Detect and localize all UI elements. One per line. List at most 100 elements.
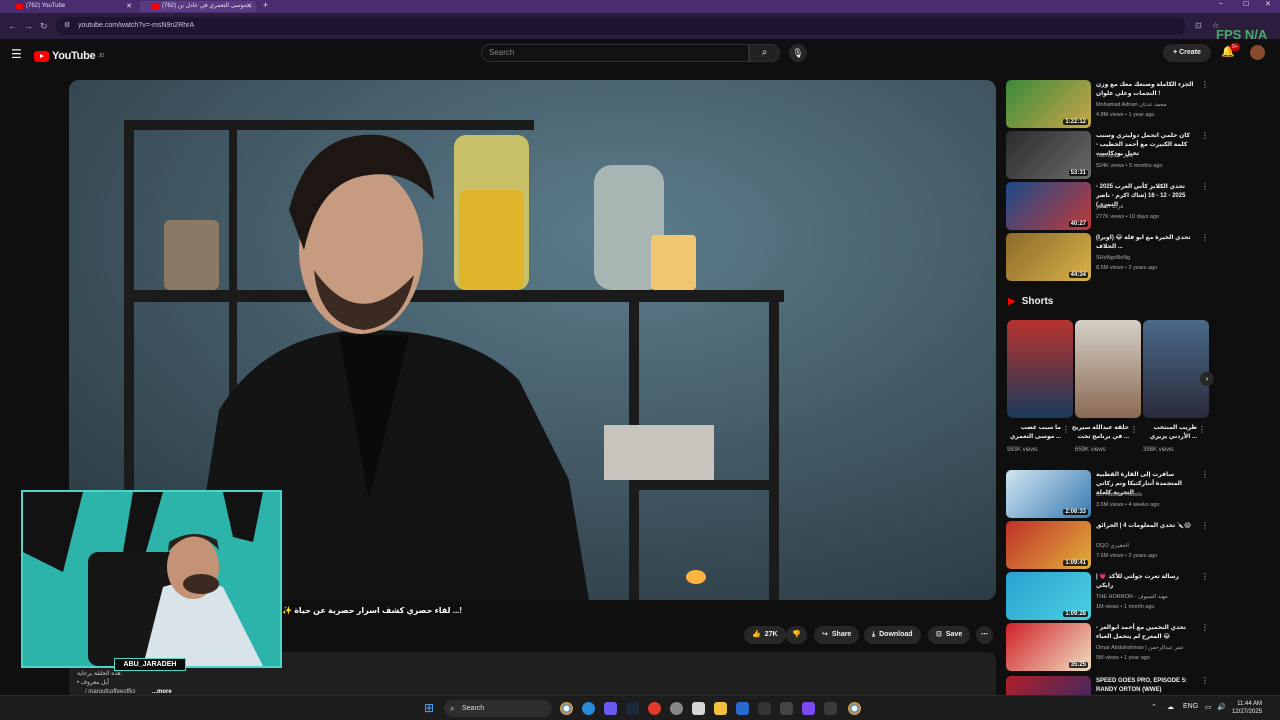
tab-current-video[interactable]: (762) موسى التعمري في عادل بن... ✕ — [140, 1, 256, 12]
taskbar-search[interactable]: ⌕ Search — [444, 700, 552, 717]
more-vertical-icon[interactable]: ⋮ — [1201, 131, 1209, 140]
video-thumbnail[interactable]: 1:09:41 — [1006, 521, 1091, 569]
volume-icon[interactable]: 🔊 — [1217, 703, 1226, 711]
more-vertical-icon[interactable]: ⋮ — [1198, 425, 1206, 434]
voice-search-button[interactable]: 🎙 — [789, 44, 807, 62]
discord-icon[interactable] — [604, 702, 617, 715]
app-icon[interactable] — [780, 702, 793, 715]
chrome-icon[interactable] — [560, 702, 573, 715]
video-thumbnail[interactable]: 35:25 — [1006, 623, 1091, 671]
recommended-video[interactable]: SPEED GOES PRO, EPISODE 5: RANDY ORTON (… — [1006, 676, 1216, 695]
video-thumbnail[interactable] — [1006, 676, 1091, 695]
more-vertical-icon[interactable]: ⋮ — [1130, 425, 1138, 434]
channel-name[interactable]: Takhayal - تخيل — [1096, 153, 1134, 159]
recommended-video[interactable]: 1:22:12 الجزء الكاملة وصنعك معك مع وزن ا… — [1006, 80, 1216, 128]
recommended-video[interactable]: 1:09:28 رسالة تعرت جولتي للأكد 💗 | رايكي… — [1006, 572, 1216, 620]
language-indicator[interactable]: ENG — [1183, 703, 1198, 710]
video-title[interactable]: تحدي التخمين مع أحمد ابوالعز - المعرح لم… — [1096, 624, 1196, 642]
video-thumbnail[interactable]: 44:34 — [1006, 233, 1091, 281]
video-title[interactable]: تحدي المعلومات 4 | الحرائق 🔪😱 — [1096, 522, 1196, 531]
search-input[interactable]: Search — [481, 44, 749, 62]
short-title[interactable]: طريب المنتخب الأردني يزيري ... — [1139, 424, 1197, 442]
address-bar[interactable]: ⚙ youtube.com/watch?v=-msN9n2RhrA — [56, 17, 1186, 35]
reload-icon[interactable]: ↻ — [40, 21, 48, 32]
channel-name[interactable]: OQO الحقيري — [1096, 543, 1129, 549]
more-vertical-icon[interactable]: ⋮ — [1201, 233, 1209, 242]
recommended-video[interactable]: 53:31 كان حلمي اتحمل دوليتري وسبب كلمة ا… — [1006, 131, 1216, 179]
youtube-logo[interactable]: YouTube JO — [34, 48, 104, 64]
dislike-button[interactable]: 👎 — [786, 626, 807, 644]
video-title[interactable]: رسالة تعرت جولتي للأكد 💗 | رايكي — [1096, 573, 1196, 591]
video-thumbnail[interactable]: 1:22:12 — [1006, 80, 1091, 128]
video-title[interactable]: SPEED GOES PRO, EPISODE 5: RANDY ORTON (… — [1096, 677, 1196, 695]
minimize-icon[interactable]: – — [1219, 0, 1223, 7]
recommended-video[interactable]: 1:09:41 تحدي المعلومات 4 | الحرائق 🔪😱 OQ… — [1006, 521, 1216, 569]
app-icon[interactable] — [670, 702, 683, 715]
channel-name[interactable]: Omar Abdulrahman | عمر عبدالرحمن — [1096, 645, 1184, 651]
app-icon[interactable] — [802, 702, 815, 715]
channel-name[interactable]: SHoNgxBoNg — [1096, 255, 1130, 261]
recommended-video[interactable]: 40:27 تحدي الكلابز كأس العرب 2025 - 2025… — [1006, 182, 1216, 230]
app-icon[interactable] — [692, 702, 705, 715]
tray-chevron-icon[interactable]: ⌃ — [1151, 703, 1157, 711]
windows-start-icon[interactable]: ⊞ — [424, 701, 434, 715]
close-tab-icon[interactable]: ✕ — [126, 1, 132, 12]
tray-app-icon[interactable]: ☁ — [1167, 703, 1174, 711]
short-thumbnail[interactable] — [1007, 320, 1073, 418]
more-vertical-icon[interactable]: ⋮ — [1201, 470, 1209, 479]
video-thumbnail[interactable]: 40:27 — [1006, 182, 1091, 230]
install-app-icon[interactable]: ⊡ — [1195, 21, 1202, 30]
app-icon[interactable] — [736, 702, 749, 715]
back-icon[interactable]: ← — [8, 21, 17, 31]
recommended-video[interactable]: 35:25 تحدي التخمين مع أحمد ابوالعز - الم… — [1006, 623, 1216, 671]
download-button[interactable]: ⤓ Download — [864, 626, 921, 644]
app-icon[interactable] — [824, 702, 837, 715]
taskbar-clock[interactable]: 11:44 AM 12/27/2025 — [1232, 700, 1262, 716]
recommended-video[interactable]: 44:34 تحدي الخيرة مع ابو فلة 😂 (اوبرا) ا… — [1006, 233, 1216, 281]
video-thumbnail[interactable]: 53:31 — [1006, 131, 1091, 179]
short-thumbnail[interactable] — [1143, 320, 1209, 418]
more-vertical-icon[interactable]: ⋮ — [1201, 572, 1209, 581]
video-title[interactable]: الجزء الكاملة وصنعك معك مع وزن النجمات و… — [1096, 81, 1196, 99]
more-vertical-icon[interactable]: ⋮ — [1201, 80, 1209, 89]
more-vertical-icon[interactable]: ⋮ — [1201, 521, 1209, 530]
search-button[interactable]: ⌕ — [749, 44, 780, 62]
save-button[interactable]: ⊟ Save — [928, 626, 971, 644]
more-actions-button[interactable]: ⋯ — [976, 626, 993, 644]
more-vertical-icon[interactable]: ⋮ — [1201, 676, 1209, 685]
short-thumbnail[interactable] — [1075, 320, 1141, 418]
tab-youtube[interactable]: (762) YouTube ✕ — [4, 1, 136, 12]
maximize-icon[interactable]: ☐ — [1243, 0, 1249, 8]
short-title[interactable]: حلقة عبدالله سيريح في برنامج تحت ... — [1071, 424, 1129, 442]
channel-name[interactable]: فراند الكلابز — [1096, 204, 1123, 210]
site-info-icon[interactable]: ⚙ — [64, 17, 70, 35]
shorts-next-arrow-icon[interactable]: › — [1200, 372, 1214, 386]
edge-icon[interactable] — [582, 702, 595, 715]
steam-icon[interactable] — [626, 702, 639, 715]
opera-icon[interactable] — [648, 702, 661, 715]
more-vertical-icon[interactable]: ⋮ — [1201, 623, 1209, 632]
like-button[interactable]: 👍 27K — [744, 626, 786, 644]
create-button[interactable]: + Create — [1163, 44, 1211, 62]
chrome-active-icon[interactable] — [848, 702, 861, 715]
channel-name[interactable]: Mohamad Adnan محمد عدنان — [1096, 102, 1167, 108]
short-title[interactable]: ما سبب غضب موسى التعمري ... — [1003, 424, 1061, 442]
new-tab-icon[interactable]: + — [263, 0, 268, 10]
video-thumbnail[interactable]: 2:06:33 — [1006, 470, 1091, 518]
app-icon[interactable] — [758, 702, 771, 715]
channel-name[interactable]: THE HORROR - مهند السيوف — [1096, 594, 1168, 600]
recommended-video[interactable]: 2:06:33 سافرت إلى القارة القطبية المتجمد… — [1006, 470, 1216, 518]
more-vertical-icon[interactable]: ⋮ — [1201, 182, 1209, 191]
network-icon[interactable]: ▭ — [1205, 703, 1212, 711]
close-window-icon[interactable]: ✕ — [1265, 0, 1271, 8]
more-vertical-icon[interactable]: ⋮ — [1062, 425, 1070, 434]
forward-icon[interactable]: → — [24, 21, 33, 31]
account-avatar[interactable] — [1250, 45, 1265, 60]
share-button[interactable]: ↪ Share — [814, 626, 860, 644]
menu-icon[interactable]: ☰ — [11, 47, 22, 61]
video-title[interactable]: تحدي الخيرة مع ابو فلة 😂 (اوبرا) الحلاف … — [1096, 234, 1196, 252]
file-explorer-icon[interactable] — [714, 702, 727, 715]
close-tab-icon[interactable]: ✕ — [246, 1, 252, 12]
channel-name[interactable]: Ibn Hattuta Travels — [1096, 492, 1142, 498]
video-thumbnail[interactable]: 1:09:28 — [1006, 572, 1091, 620]
